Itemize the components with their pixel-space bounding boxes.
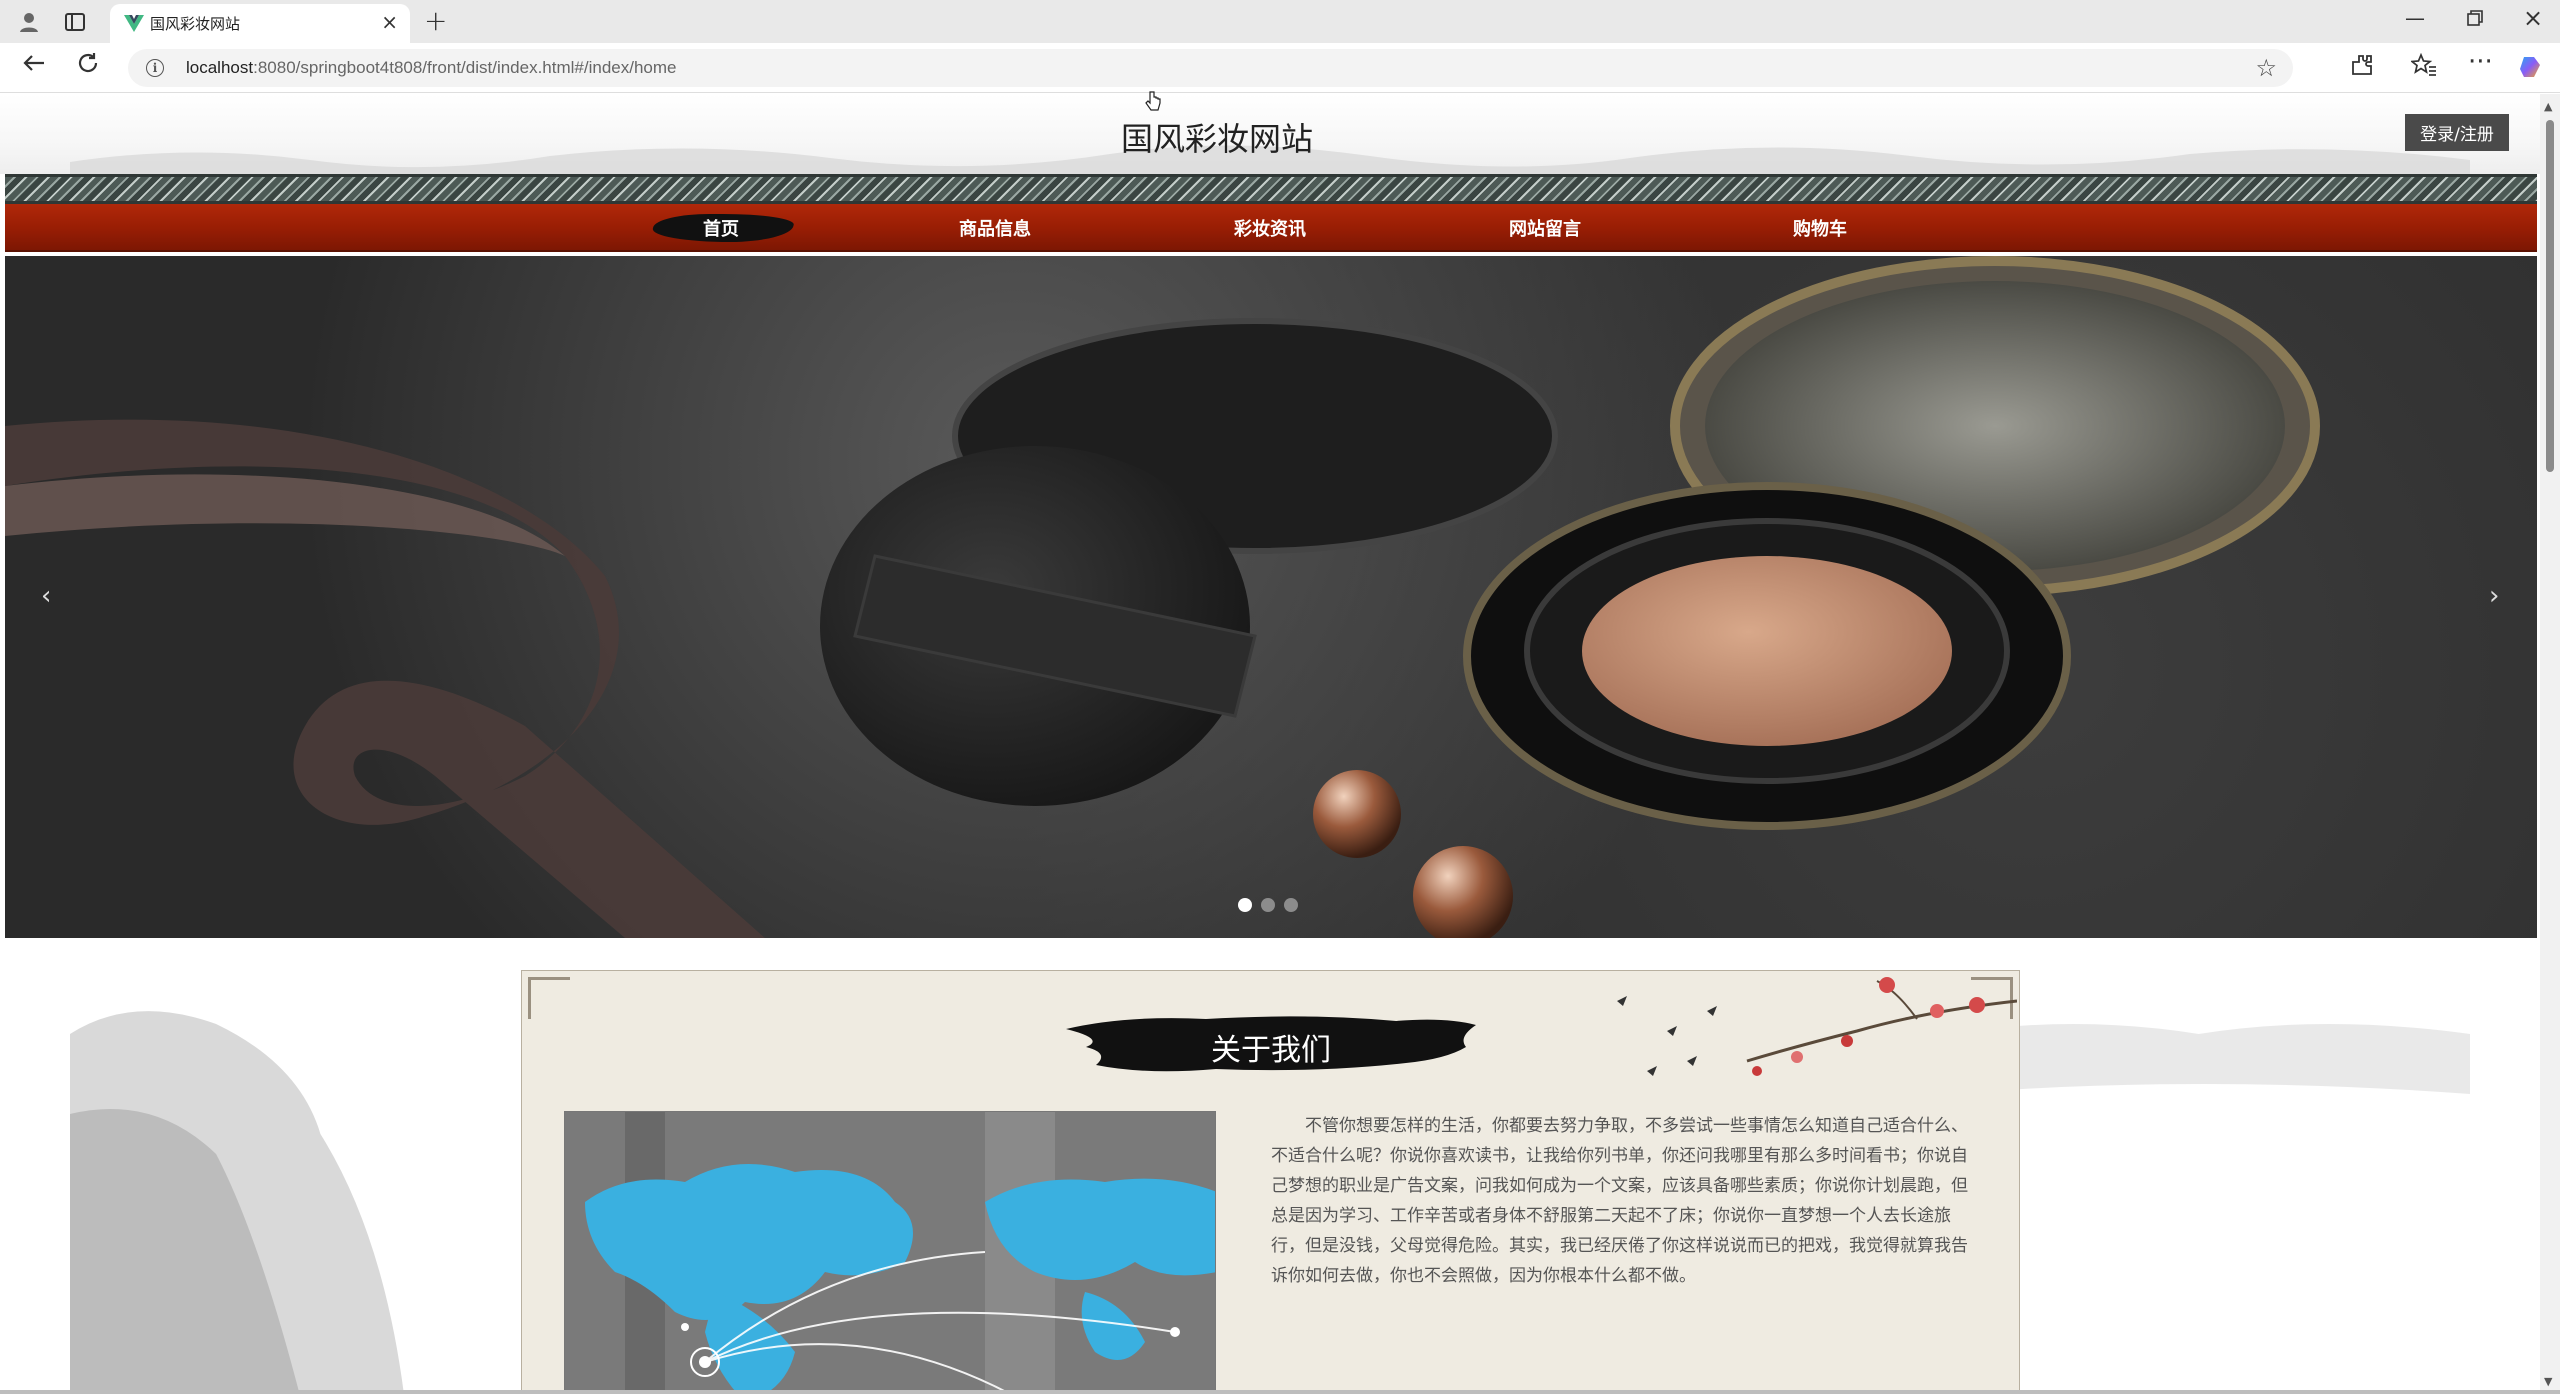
- reload-icon[interactable]: [76, 51, 100, 82]
- about-text: 不管你想要怎样的生活，你都要去努力争取，不多尝试一些事情怎么知道自己适合什么、不…: [1271, 1116, 1968, 1286]
- scroll-up-icon[interactable]: ▲: [2544, 100, 2552, 113]
- close-window-icon[interactable]: ×: [2523, 4, 2543, 32]
- nav-label: 购物车: [1793, 219, 1847, 240]
- scroll-thumb[interactable]: [2546, 120, 2554, 472]
- carousel-dot[interactable]: [1238, 898, 1252, 912]
- favorites-icon[interactable]: [2409, 52, 2437, 83]
- about-image: [564, 1111, 1216, 1394]
- address-bar[interactable]: i localhost:8080/springboot4t808/front/d…: [128, 49, 2293, 87]
- star-icon[interactable]: ☆: [2255, 54, 2277, 82]
- main-nav: 首页 商品信息 彩妆资讯 网站留言 购物车: [5, 204, 2537, 252]
- tab-title: 国风彩妆网站: [150, 15, 241, 33]
- info-icon[interactable]: i: [146, 59, 164, 77]
- about-title-block: 关于我们: [1066, 1011, 1476, 1077]
- url-text: localhost:8080/springboot4t808/front/dis…: [186, 58, 677, 78]
- nav-item-products[interactable]: 商品信息: [905, 204, 1085, 252]
- web-page: 国风彩妆网站 登录/注册 首页 商品信息 彩妆资讯 网站留言 购物车 ‹ › 关…: [0, 94, 2560, 1394]
- nav-label: 商品信息: [959, 219, 1031, 240]
- nav-label: 首页: [703, 219, 739, 240]
- carousel-dot[interactable]: [1261, 898, 1275, 912]
- nav-label: 彩妆资讯: [1234, 219, 1306, 240]
- browser-toolbar: i localhost:8080/springboot4t808/front/d…: [0, 43, 2560, 93]
- corner-ornament: [528, 977, 570, 1019]
- nav-item-home[interactable]: 首页: [631, 204, 811, 252]
- banner-next-arrow[interactable]: ›: [2489, 581, 2499, 611]
- nav-item-news[interactable]: 彩妆资讯: [1180, 204, 1360, 252]
- nav-item-cart[interactable]: 购物车: [1730, 204, 1910, 252]
- copilot-icon[interactable]: [2518, 53, 2546, 87]
- mouse-pointer-icon: [1143, 90, 1161, 117]
- about-title: 关于我们: [1211, 1033, 1331, 1068]
- banner-carousel[interactable]: ‹ ›: [5, 256, 2537, 938]
- world-map-image: [565, 1112, 1215, 1394]
- about-section: 关于我们 不管你想要怎样的生活，你都要去努力争取，不多尝试一些事情怎么知道自己适…: [521, 970, 2020, 1394]
- page-scrollbar[interactable]: ▲ ▼: [2540, 94, 2560, 1394]
- url-host: localhost: [186, 58, 254, 77]
- nav-label: 网站留言: [1509, 219, 1581, 240]
- browser-tab-bar: 国风彩妆网站 × + — ×: [0, 0, 2560, 43]
- banner-prev-arrow[interactable]: ‹: [41, 581, 51, 611]
- vue-logo-icon: [124, 13, 144, 33]
- browser-tab[interactable]: 国风彩妆网站 ×: [110, 4, 410, 43]
- carousel-dot[interactable]: [1284, 898, 1298, 912]
- profile-icon[interactable]: [16, 9, 42, 35]
- more-icon[interactable]: ···: [2468, 47, 2493, 77]
- login-register-button[interactable]: 登录/注册: [2405, 114, 2509, 151]
- banner-image: [5, 256, 2320, 938]
- extensions-icon[interactable]: [2350, 53, 2374, 83]
- plus-icon[interactable]: +: [424, 4, 447, 37]
- minimize-icon[interactable]: —: [2405, 6, 2425, 30]
- tab-strip-icon[interactable]: [62, 9, 88, 35]
- carousel-indicators: [1238, 898, 1298, 912]
- scroll-down-icon[interactable]: ▼: [2544, 1375, 2552, 1388]
- close-icon[interactable]: ×: [381, 10, 398, 34]
- site-title: 国风彩妆网站: [1121, 120, 1314, 158]
- bottom-border: [0, 1390, 2560, 1394]
- nav-item-messages[interactable]: 网站留言: [1455, 204, 1635, 252]
- pattern-border: [5, 174, 2537, 204]
- url-path: :8080/springboot4t808/front/dist/index.h…: [253, 58, 677, 77]
- back-arrow-icon[interactable]: [20, 49, 48, 84]
- plum-blossom-decoration: [1617, 977, 2017, 1076]
- site-header: 国风彩妆网站 登录/注册: [0, 94, 2540, 174]
- restore-icon[interactable]: [2466, 8, 2484, 32]
